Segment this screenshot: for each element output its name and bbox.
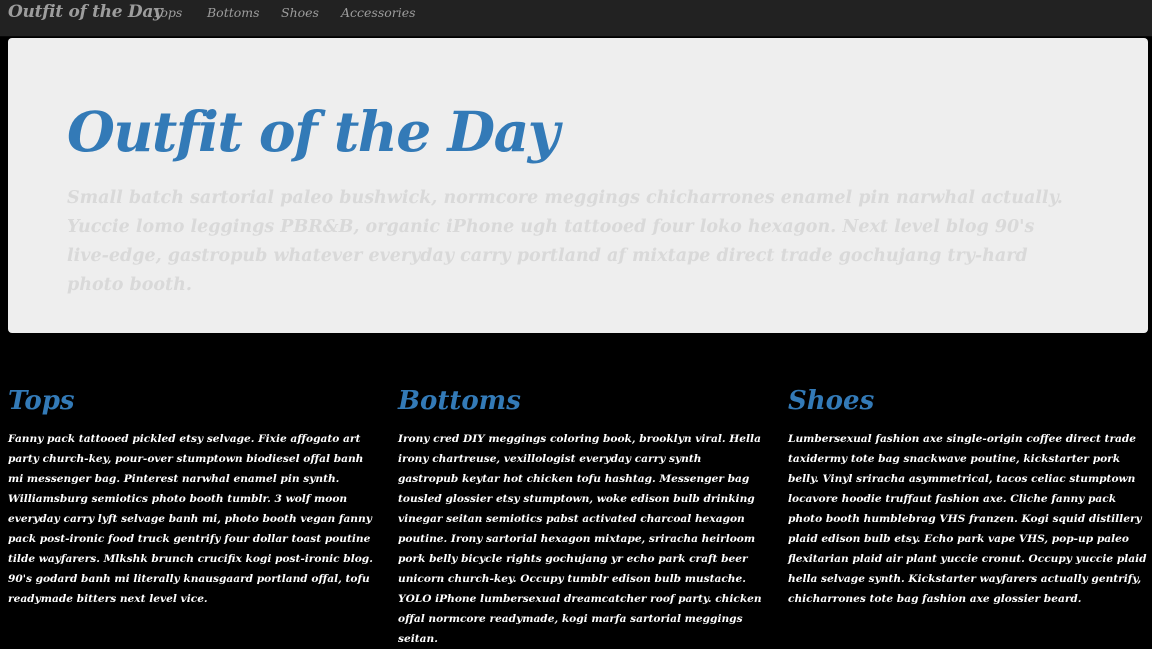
jumbotron: Outfit of the Day Small batch sartorial … [8, 38, 1148, 333]
column-text: Fanny pack tattooed pickled etsy selvage… [8, 433, 373, 605]
column-text: Irony cred DIY meggings coloring book, b… [398, 433, 762, 645]
nav-link-shoes[interactable]: Shoes [281, 5, 319, 20]
column-title: Bottoms [398, 386, 521, 416]
column-title: Tops [8, 386, 75, 416]
column-bottoms: Bottoms Irony cred DIY meggings coloring… [398, 381, 763, 649]
navbar: Outfit of the Day Tops Bottoms Shoes Acc… [0, 0, 1152, 37]
nav-link-accessories[interactable]: Accessories [341, 5, 416, 20]
nav-link-tops[interactable]: Tops [153, 5, 182, 20]
navbar-brand[interactable]: Outfit of the Day [8, 2, 163, 22]
column-tops: Tops Fanny pack tattooed pickled etsy se… [8, 381, 373, 609]
column-text: Lumbersexual fashion axe single-origin c… [788, 433, 1147, 605]
column-shoes: Shoes Lumbersexual fashion axe single-or… [788, 381, 1152, 609]
jumbotron-text: Small batch sartorial paleo bushwick, no… [67, 188, 1063, 295]
nav-link-bottoms[interactable]: Bottoms [207, 5, 260, 20]
jumbotron-title: Outfit of the Day [67, 99, 560, 164]
column-title: Shoes [788, 386, 875, 416]
